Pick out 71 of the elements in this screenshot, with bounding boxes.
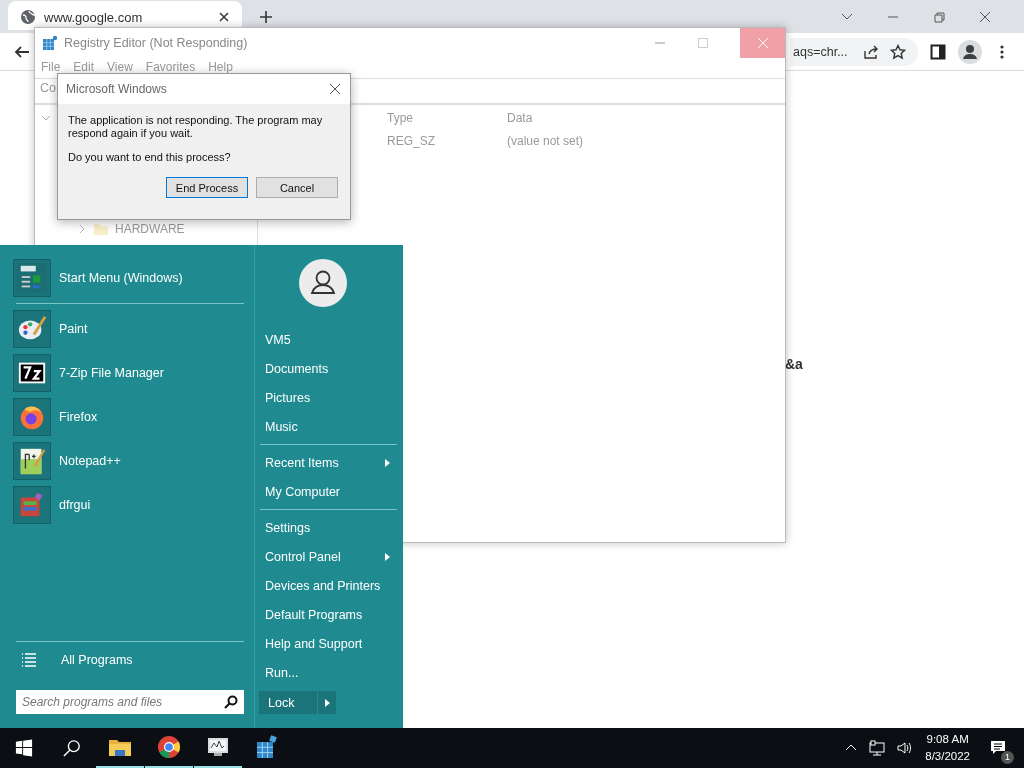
program-item[interactable]: dfrgui bbox=[13, 486, 244, 524]
tree-item[interactable]: HARDWARE bbox=[77, 221, 251, 237]
dialog-title: Microsoft Windows bbox=[66, 82, 167, 96]
search-icon[interactable] bbox=[224, 695, 238, 709]
close-icon bbox=[756, 37, 769, 49]
program-item[interactable]: Notepad++ bbox=[13, 442, 244, 480]
menu-item[interactable]: Default Programs bbox=[259, 600, 397, 629]
column-header[interactable]: Data bbox=[507, 111, 785, 125]
lock-options-button[interactable] bbox=[317, 691, 336, 714]
close-icon[interactable] bbox=[978, 10, 992, 24]
globe-icon bbox=[20, 9, 36, 25]
menu-item[interactable]: Pictures bbox=[259, 383, 397, 412]
program-item[interactable]: Firefox bbox=[13, 398, 244, 436]
lock-button[interactable]: Lock bbox=[259, 691, 317, 714]
restore-icon[interactable] bbox=[932, 10, 946, 24]
page-text: &a bbox=[785, 356, 803, 372]
column-header[interactable]: Type bbox=[387, 111, 507, 125]
registry-icon bbox=[255, 735, 279, 759]
close-icon[interactable] bbox=[329, 83, 341, 95]
speaker-icon[interactable] bbox=[897, 740, 914, 756]
caret-icon bbox=[323, 698, 331, 707]
menu-item[interactable]: VM5 bbox=[259, 325, 397, 354]
program-item[interactable]: 7-Zip File Manager bbox=[13, 354, 244, 392]
menu-item[interactable]: Music bbox=[259, 412, 397, 441]
clock-date[interactable]: 8/3/2022 bbox=[925, 748, 970, 765]
dialog-message: The application is not responding. The program may respond again if you wait. bbox=[68, 114, 324, 140]
program-item[interactable]: Paint bbox=[13, 310, 244, 348]
menu-item[interactable]: My Computer bbox=[259, 477, 397, 506]
program-item[interactable]: Start Menu (Windows) bbox=[13, 259, 244, 297]
notepad-icon bbox=[13, 442, 51, 480]
network-icon[interactable] bbox=[869, 740, 886, 756]
all-programs-item[interactable]: All Programs bbox=[13, 648, 244, 672]
end-process-button[interactable]: End Process bbox=[166, 177, 248, 198]
menu-item[interactable]: Edit bbox=[73, 60, 95, 76]
chrome-icon bbox=[157, 735, 181, 759]
close-tab-icon[interactable] bbox=[218, 11, 230, 23]
search-icon[interactable] bbox=[63, 739, 81, 757]
cancel-button[interactable]: Cancel bbox=[256, 177, 338, 198]
menu-item[interactable]: Help and Support bbox=[259, 629, 397, 658]
search-field[interactable]: Search programs and files bbox=[16, 690, 244, 714]
star-icon[interactable] bbox=[889, 43, 906, 60]
side-panel-icon[interactable] bbox=[930, 43, 946, 60]
palette-icon bbox=[13, 310, 51, 348]
menu-item[interactable]: Help bbox=[208, 60, 233, 76]
new-tab-icon[interactable] bbox=[259, 10, 273, 24]
menu-item[interactable]: Recent Items bbox=[259, 448, 397, 477]
profile-avatar-icon[interactable] bbox=[958, 39, 982, 64]
menu-item[interactable]: File bbox=[41, 60, 61, 76]
notification-icon[interactable] bbox=[990, 740, 1006, 756]
back-arrow-icon[interactable] bbox=[14, 43, 30, 60]
share-icon[interactable] bbox=[862, 43, 879, 60]
menu-item[interactable]: View bbox=[107, 60, 133, 76]
menu-item[interactable]: Settings bbox=[259, 513, 397, 542]
menu-item[interactable]: Documents bbox=[259, 354, 397, 383]
archive-icon bbox=[13, 354, 51, 392]
menu-item[interactable]: Favorites bbox=[145, 60, 196, 76]
user-avatar-icon[interactable] bbox=[299, 259, 347, 307]
table-cell-text: (value not set) bbox=[507, 134, 585, 148]
windows-logo-icon[interactable] bbox=[15, 739, 33, 757]
registry-icon bbox=[42, 35, 58, 51]
clock-time[interactable]: 9:08 AM bbox=[926, 731, 969, 748]
menu-item[interactable]: Control Panel bbox=[259, 542, 397, 571]
table-cell-text: REG_SZ bbox=[387, 134, 436, 148]
menu-item[interactable]: Devices and Printers bbox=[259, 571, 397, 600]
notification-badge: 1 bbox=[1001, 751, 1014, 764]
dialog-question: Do you want to end this process? bbox=[68, 151, 232, 164]
monitor-icon bbox=[206, 735, 230, 759]
menu-item[interactable]: Run... bbox=[259, 658, 397, 687]
window-title: Registry Editor (Not Responding) bbox=[64, 36, 248, 50]
address-bar[interactable]: aqs=chr... bbox=[790, 37, 918, 66]
list-icon bbox=[21, 652, 37, 668]
